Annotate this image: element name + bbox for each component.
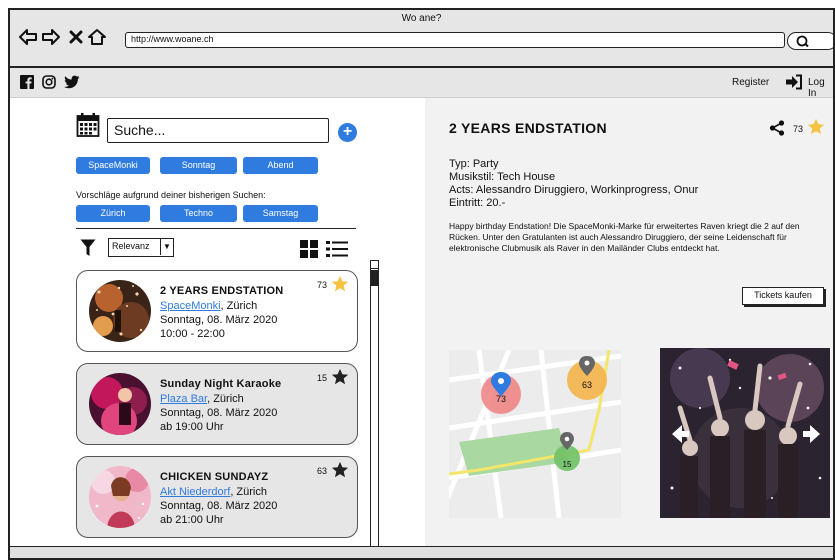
detail-description: Happy birthday Endstation! Die SpaceMonk… [449,221,800,253]
star-icon[interactable] [331,461,349,479]
home-icon[interactable] [87,27,107,47]
divider [76,228,356,229]
suggestion-techno[interactable]: Techno [160,205,237,222]
scroll-up-icon[interactable] [371,261,378,269]
buy-tickets-button[interactable]: Tickets kaufen [742,287,824,305]
favorite-count: 63 [317,466,328,476]
chevron-down-icon: ▼ [160,239,173,255]
calendar-icon[interactable] [76,112,100,138]
window-title: Wo ane? [401,13,442,24]
search-input[interactable]: Suche... [107,118,329,143]
search-icon [796,35,809,48]
status-bar [10,546,833,558]
scrollbar-thumb[interactable] [371,270,378,286]
event-time: ab 19:00 Uhr [160,421,224,433]
map-marker-label[interactable]: 73 [493,394,509,404]
star-icon[interactable] [331,275,349,293]
detail-acts: Acts: Alessandro Diruggiero, Workinprogr… [449,184,699,196]
star-icon[interactable] [807,118,825,136]
venue-link[interactable]: Plaza Bar [160,393,207,405]
sort-value: Relevanz [112,241,150,251]
register-link[interactable]: Register [732,77,769,88]
browser-titlebar: Wo ane? http://www.woane.ch [10,10,833,68]
search-panel: Suche... + SpaceMonki Sonntag Abend Vors… [10,98,425,555]
favorite-count: 15 [317,373,328,383]
instagram-icon[interactable] [42,75,56,89]
carousel-prev-icon[interactable] [669,423,691,445]
event-thumbnail [89,373,151,435]
browser-window: Wo ane? http://www.woane.ch Register Log… [8,8,835,560]
detail-title: 2 YEARS ENDSTATION [449,120,607,136]
map-marker-label[interactable]: 63 [579,380,595,390]
grid-view-icon[interactable] [300,240,318,258]
browser-search-button[interactable] [787,32,833,50]
event-date: Sonntag, 08. März 2020 [160,407,278,419]
share-icon[interactable] [769,120,785,136]
add-filter-button[interactable]: + [338,123,357,142]
event-time: ab 21:00 Uhr [160,514,224,526]
url-bar[interactable]: http://www.woane.ch [125,32,785,48]
event-date: Sonntag, 08. März 2020 [160,500,278,512]
facebook-icon[interactable] [20,75,34,89]
event-title: Sunday Night Karaoke [160,378,282,390]
map-marker-label[interactable]: 15 [559,460,575,469]
event-title: 2 YEARS ENDSTATION [160,285,284,297]
plus-icon: + [342,123,353,140]
suggestion-samstag[interactable]: Samstag [243,205,318,222]
event-card[interactable]: CHICKEN SUNDAYZ Akt Niederdorf, Zürich S… [76,456,358,538]
event-list-scrollbar[interactable] [370,260,379,555]
detail-music-style: Musikstil: Tech House [449,171,556,183]
event-card[interactable]: Sunday Night Karaoke Plaza Bar, Zürich S… [76,363,358,445]
suggestion-zurich[interactable]: Zürich [76,205,150,222]
event-venue: SpaceMonki, Zürich [160,300,258,312]
event-detail-panel: 2 YEARS ENDSTATION 73 Typ: Party Musikst… [425,98,833,546]
event-time: 10:00 - 22:00 [160,328,225,340]
venue-link[interactable]: Akt Niederdorf [160,486,230,498]
event-card[interactable]: 2 YEARS ENDSTATION SpaceMonki, Zürich So… [76,270,358,352]
detail-favorite-count: 73 [793,124,804,134]
chip-spacemonki[interactable]: SpaceMonki [76,157,150,174]
event-venue: Plaza Bar, Zürich [160,393,244,405]
carousel-next-icon[interactable] [801,423,823,445]
twitter-icon[interactable] [64,75,80,89]
back-icon[interactable] [18,27,38,47]
sort-select[interactable]: Relevanz ▼ [108,238,174,257]
detail-entry: Eintritt: 20.- [449,197,506,209]
detail-type: Typ: Party [449,158,499,170]
event-map[interactable]: 73 63 15 [449,350,621,518]
app-header: Register Log In [10,68,833,99]
login-link[interactable]: Log In [808,77,833,99]
login-icon[interactable] [785,74,803,90]
stop-icon[interactable] [66,27,86,47]
event-venue: Akt Niederdorf, Zürich [160,486,267,498]
event-thumbnail [89,466,151,528]
chip-sonntag[interactable]: Sonntag [160,157,237,174]
star-icon[interactable] [331,368,349,386]
list-view-icon[interactable] [326,240,348,258]
venue-link[interactable]: SpaceMonki [160,300,221,312]
event-title: CHICKEN SUNDAYZ [160,471,269,483]
forward-icon[interactable] [41,27,61,47]
event-date: Sonntag, 08. März 2020 [160,314,278,326]
suggestions-label: Vorschläge aufgrund deiner bisherigen Su… [76,190,266,200]
filter-icon[interactable] [80,239,96,257]
event-thumbnail [89,280,151,342]
chip-abend[interactable]: Abend [243,157,318,174]
favorite-count: 73 [317,280,328,290]
